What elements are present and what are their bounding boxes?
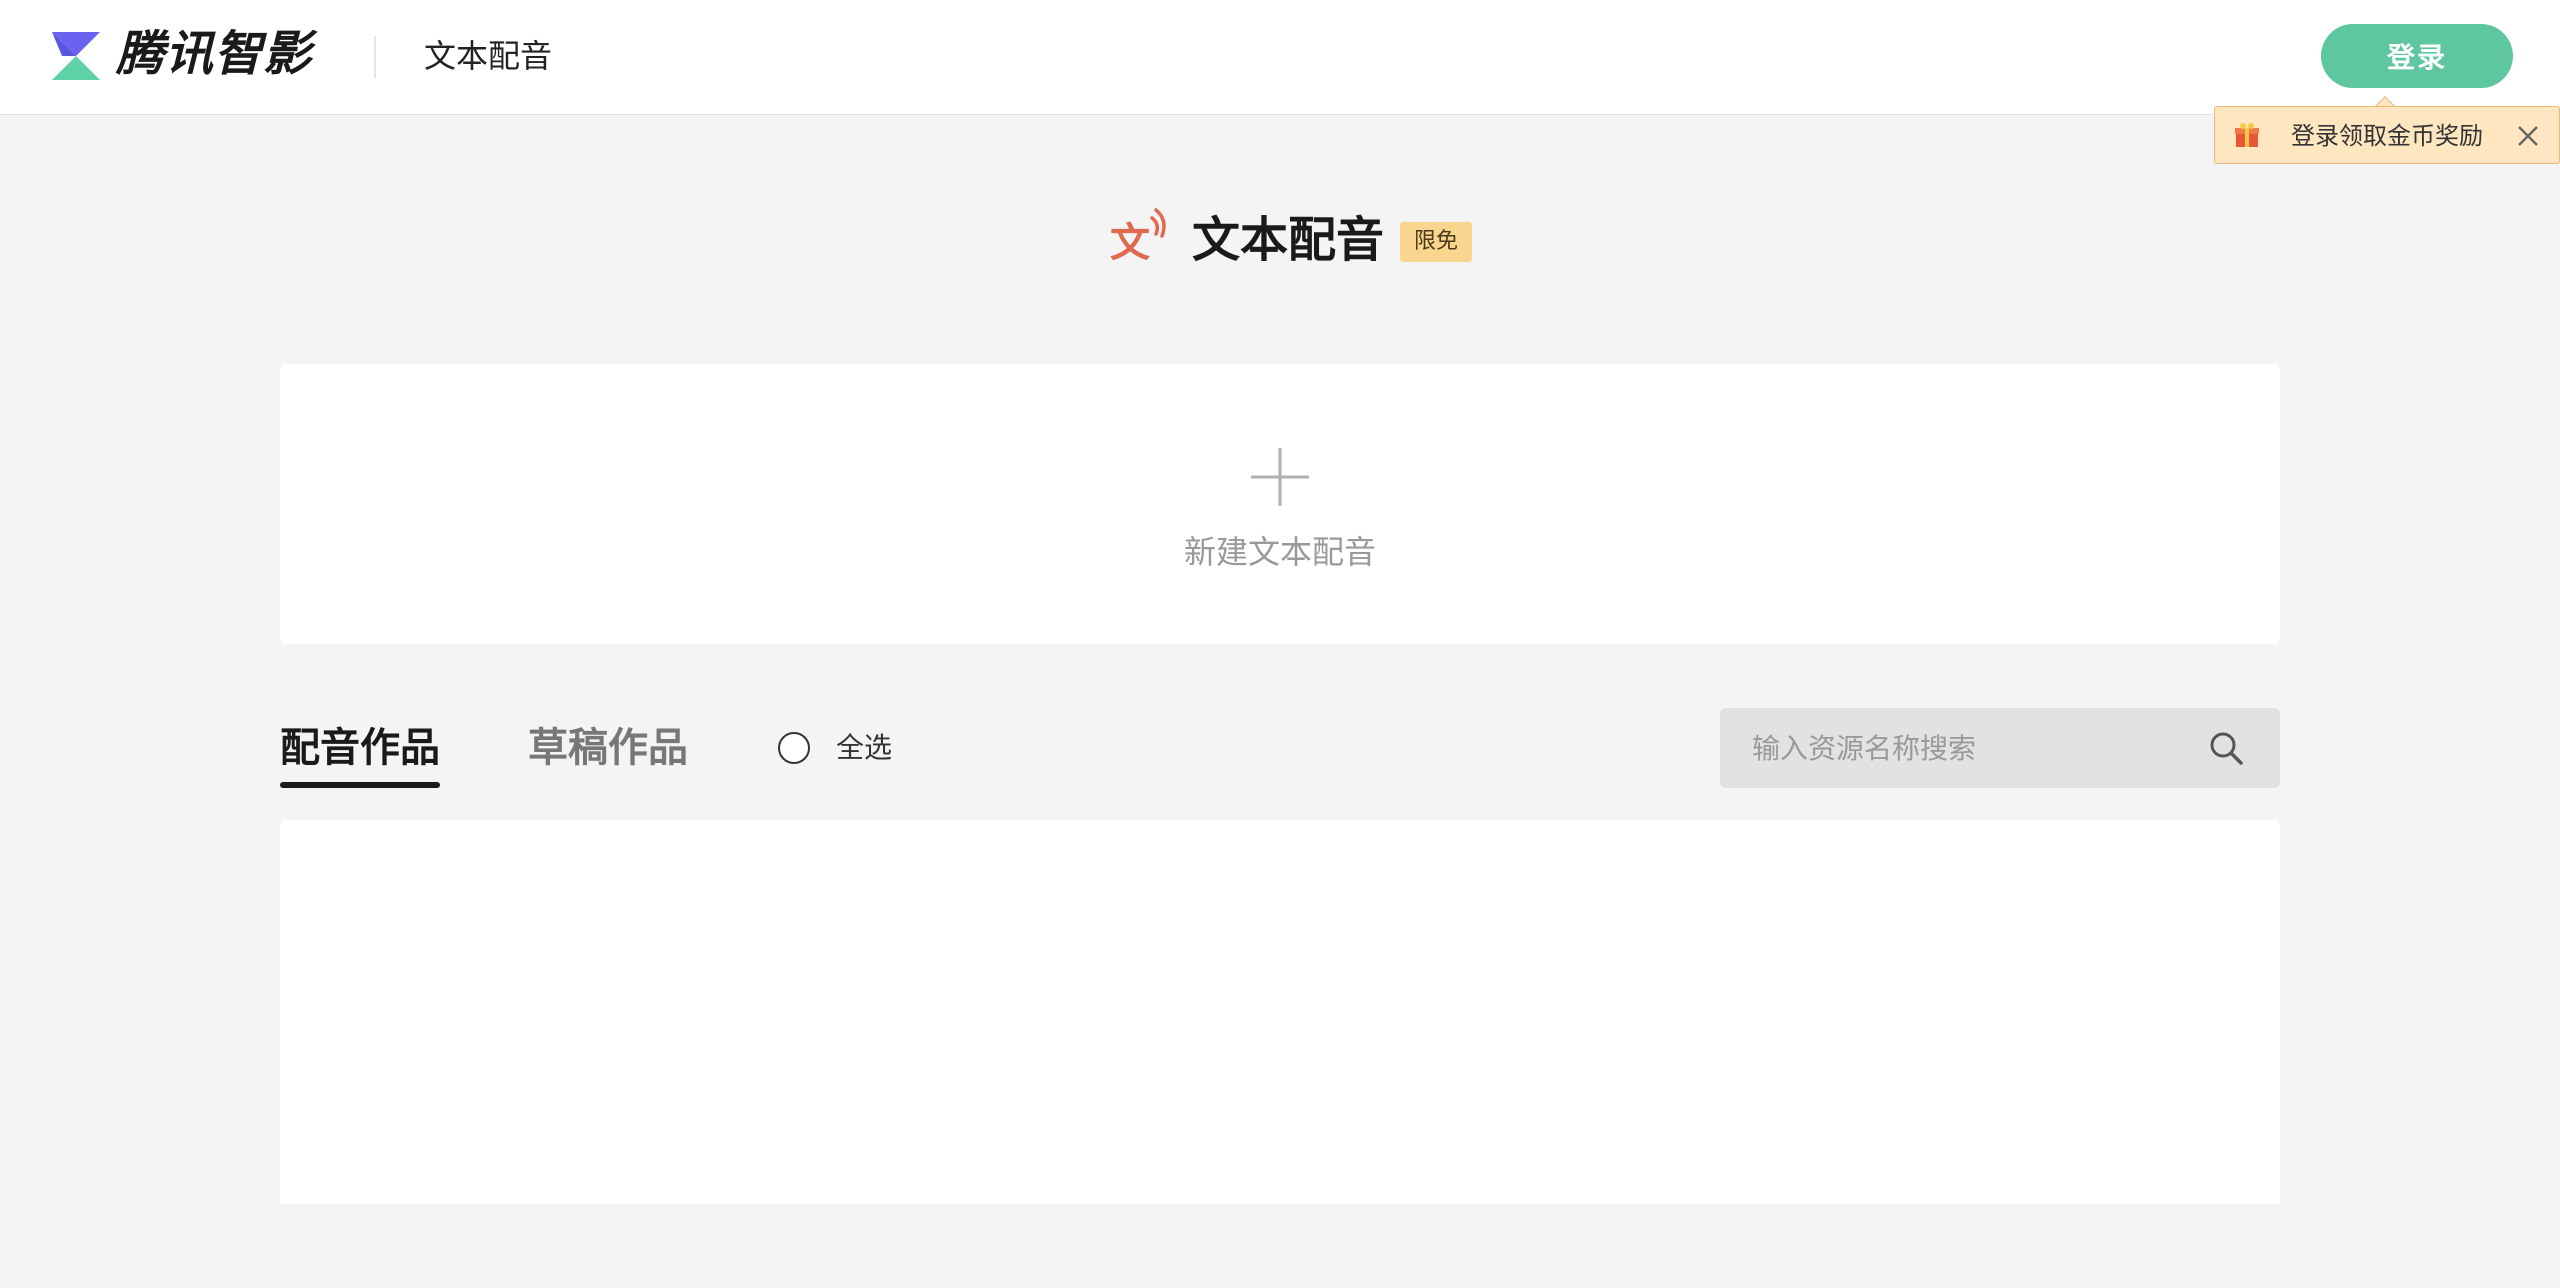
app-logo-icon[interactable] — [50, 30, 102, 82]
search-input[interactable] — [1752, 708, 2192, 788]
new-text-voice-card[interactable]: 新建文本配音 — [280, 364, 2280, 644]
select-all-radio[interactable] — [778, 732, 810, 764]
plus-icon — [1251, 448, 1309, 506]
top-header: 腾讯智影 文本配音 登录 — [0, 0, 2560, 115]
free-badge: 限免 — [1400, 222, 1472, 262]
gift-icon — [2235, 123, 2259, 147]
reward-tip-text: 登录领取金币奖励 — [2291, 122, 2483, 150]
page-title: 文本配音 — [1192, 212, 1385, 268]
tab-active-indicator — [280, 782, 440, 788]
header-page-name: 文本配音 — [424, 37, 553, 75]
select-all-label: 全选 — [836, 731, 893, 764]
tab-voice-works[interactable]: 配音作品 — [280, 720, 440, 776]
new-text-voice-label: 新建文本配音 — [1183, 533, 1376, 571]
close-icon[interactable] — [2511, 119, 2545, 153]
svg-text:文: 文 — [1110, 220, 1150, 266]
header-divider — [374, 36, 376, 78]
search-icon[interactable] — [2208, 730, 2244, 766]
login-button[interactable]: 登录 — [2321, 24, 2513, 88]
resource-search — [1720, 708, 2280, 788]
tab-draft-works[interactable]: 草稿作品 — [528, 720, 688, 776]
brand-name[interactable]: 腾讯智影 — [116, 22, 312, 86]
text-voice-icon: 文 — [1110, 208, 1166, 266]
works-list-panel — [280, 820, 2280, 1204]
reward-tip[interactable]: 登录领取金币奖励 — [2214, 106, 2560, 164]
